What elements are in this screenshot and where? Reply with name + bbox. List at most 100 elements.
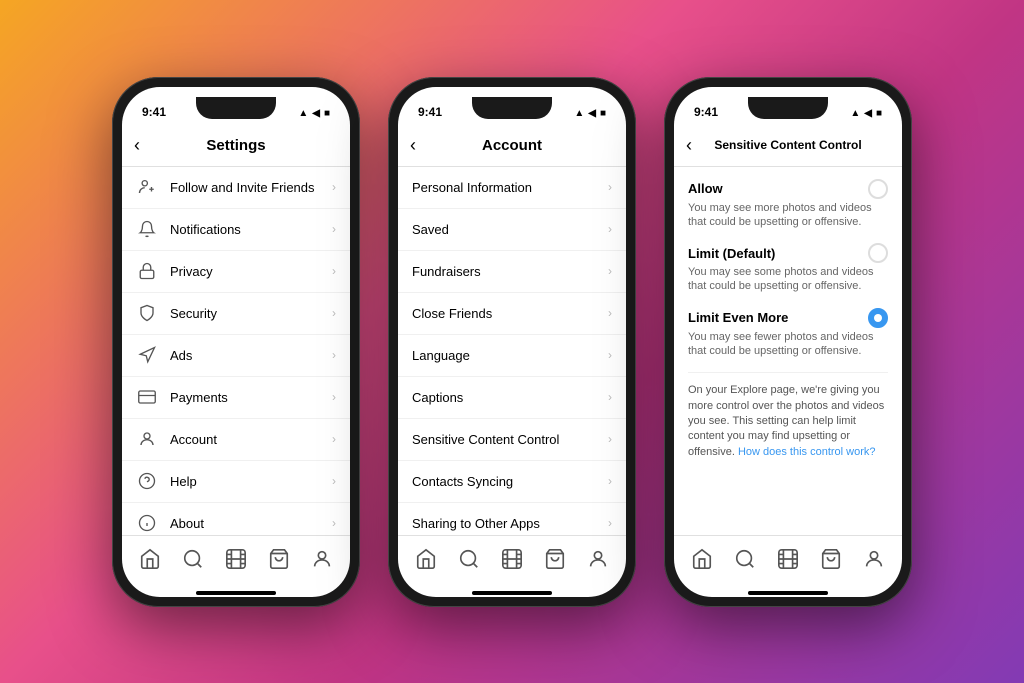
- limit-default-label: Limit (Default): [688, 246, 775, 261]
- limit-default-radio[interactable]: [868, 243, 888, 263]
- privacy-icon: [136, 260, 158, 282]
- option-limit-default[interactable]: Limit (Default) You may see some photos …: [688, 243, 888, 294]
- about-label: About: [170, 516, 328, 531]
- ads-chevron: ›: [332, 348, 336, 362]
- settings-item-account[interactable]: Account ›: [122, 419, 350, 461]
- settings-phone: 9:41 ▲ ◀ ■ ‹ Settings: [112, 77, 360, 607]
- account-item-language[interactable]: Language ›: [398, 335, 626, 377]
- account-item-personal[interactable]: Personal Information ›: [398, 167, 626, 209]
- wifi-icon-3: ◀: [864, 108, 872, 119]
- limit-more-desc: You may see fewer photos and videos that…: [688, 330, 888, 359]
- sensitive-title: Sensitive Content Control: [714, 138, 861, 152]
- account-chevron: ›: [332, 432, 336, 446]
- settings-item-privacy[interactable]: Privacy ›: [122, 251, 350, 293]
- account-icon: [136, 428, 158, 450]
- security-label: Security: [170, 306, 328, 321]
- help-icon: [136, 470, 158, 492]
- tab-reel-2[interactable]: [498, 545, 526, 573]
- tab-profile-3[interactable]: [860, 545, 888, 573]
- option-allow[interactable]: Allow You may see more photos and videos…: [688, 179, 888, 230]
- account-phone: 9:41 ▲ ◀ ■ ‹ Account Personal Informatio…: [388, 77, 636, 607]
- tab-search-1[interactable]: [179, 545, 207, 573]
- account-item-saved[interactable]: Saved ›: [398, 209, 626, 251]
- about-icon: [136, 512, 158, 534]
- help-label: Help: [170, 474, 328, 489]
- limit-more-radio[interactable]: [868, 308, 888, 328]
- notifications-chevron: ›: [332, 222, 336, 236]
- account-title: Account: [482, 137, 542, 154]
- battery-icon: ■: [324, 108, 330, 119]
- account-list: Personal Information › Saved › Fundraise…: [398, 167, 626, 535]
- tab-home-3[interactable]: [688, 545, 716, 573]
- about-chevron: ›: [332, 516, 336, 530]
- notch-2: [472, 97, 552, 119]
- notifications-icon: [136, 218, 158, 240]
- status-icons-2: ▲ ◀ ■: [574, 108, 606, 119]
- captions-label: Captions: [412, 390, 604, 405]
- settings-item-notifications[interactable]: Notifications ›: [122, 209, 350, 251]
- account-item-sharing[interactable]: Sharing to Other Apps ›: [398, 503, 626, 535]
- notch: [196, 97, 276, 119]
- contacts-chevron: ›: [608, 474, 612, 488]
- account-item-fundraisers[interactable]: Fundraisers ›: [398, 251, 626, 293]
- sharing-chevron: ›: [608, 516, 612, 530]
- settings-item-follow[interactable]: Follow and Invite Friends ›: [122, 167, 350, 209]
- settings-item-ads[interactable]: Ads ›: [122, 335, 350, 377]
- settings-item-help[interactable]: Help ›: [122, 461, 350, 503]
- personal-info-label: Personal Information: [412, 180, 604, 195]
- wifi-icon: ◀: [312, 108, 320, 119]
- tab-search-3[interactable]: [731, 545, 759, 573]
- contacts-label: Contacts Syncing: [412, 474, 604, 489]
- language-chevron: ›: [608, 348, 612, 362]
- back-button-1[interactable]: ‹: [134, 135, 140, 156]
- status-time-2: 9:41: [418, 105, 442, 119]
- account-item-sensitive[interactable]: Sensitive Content Control ›: [398, 419, 626, 461]
- signal-icon: ▲: [298, 108, 308, 119]
- account-item-contacts[interactable]: Contacts Syncing ›: [398, 461, 626, 503]
- tab-home-1[interactable]: [136, 545, 164, 573]
- sensitive-content-phone: 9:41 ▲ ◀ ■ ‹ Sensitive Content Control A…: [664, 77, 912, 607]
- home-bar-3: [748, 591, 828, 595]
- nav-header-3: ‹ Sensitive Content Control: [674, 125, 902, 167]
- follow-icon: [136, 176, 158, 198]
- tab-profile-2[interactable]: [584, 545, 612, 573]
- allow-radio[interactable]: [868, 179, 888, 199]
- sharing-label: Sharing to Other Apps: [412, 516, 604, 531]
- settings-item-payments[interactable]: Payments ›: [122, 377, 350, 419]
- privacy-chevron: ›: [332, 264, 336, 278]
- payments-icon: [136, 386, 158, 408]
- tab-profile-1[interactable]: [308, 545, 336, 573]
- account-item-close-friends[interactable]: Close Friends ›: [398, 293, 626, 335]
- status-time-3: 9:41: [694, 105, 718, 119]
- tab-search-2[interactable]: [455, 545, 483, 573]
- settings-item-about[interactable]: About ›: [122, 503, 350, 535]
- tab-reel-3[interactable]: [774, 545, 802, 573]
- close-friends-chevron: ›: [608, 306, 612, 320]
- battery-icon-3: ■: [876, 108, 882, 119]
- account-item-captions[interactable]: Captions ›: [398, 377, 626, 419]
- option-limit-more[interactable]: Limit Even More You may see fewer photos…: [688, 308, 888, 359]
- signal-icon-2: ▲: [574, 108, 584, 119]
- sensitive-chevron: ›: [608, 432, 612, 446]
- account-label: Account: [170, 432, 328, 447]
- security-chevron: ›: [332, 306, 336, 320]
- status-icons-3: ▲ ◀ ■: [850, 108, 882, 119]
- tab-reel-1[interactable]: [222, 545, 250, 573]
- tab-shop-2[interactable]: [541, 545, 569, 573]
- back-button-3[interactable]: ‹: [686, 135, 692, 156]
- tab-bar-2: [398, 535, 626, 591]
- help-chevron: ›: [332, 474, 336, 488]
- tab-home-2[interactable]: [412, 545, 440, 573]
- close-friends-label: Close Friends: [412, 306, 604, 321]
- notifications-label: Notifications: [170, 222, 328, 237]
- tab-shop-1[interactable]: [265, 545, 293, 573]
- status-time-1: 9:41: [142, 105, 166, 119]
- privacy-label: Privacy: [170, 264, 328, 279]
- back-button-2[interactable]: ‹: [410, 135, 416, 156]
- tab-shop-3[interactable]: [817, 545, 845, 573]
- info-link[interactable]: How does this control work?: [738, 446, 876, 458]
- status-icons-1: ▲ ◀ ■: [298, 108, 330, 119]
- tab-bar-1: [122, 535, 350, 591]
- settings-item-security[interactable]: Security ›: [122, 293, 350, 335]
- sensitive-info-text: On your Explore page, we're giving you m…: [688, 372, 888, 460]
